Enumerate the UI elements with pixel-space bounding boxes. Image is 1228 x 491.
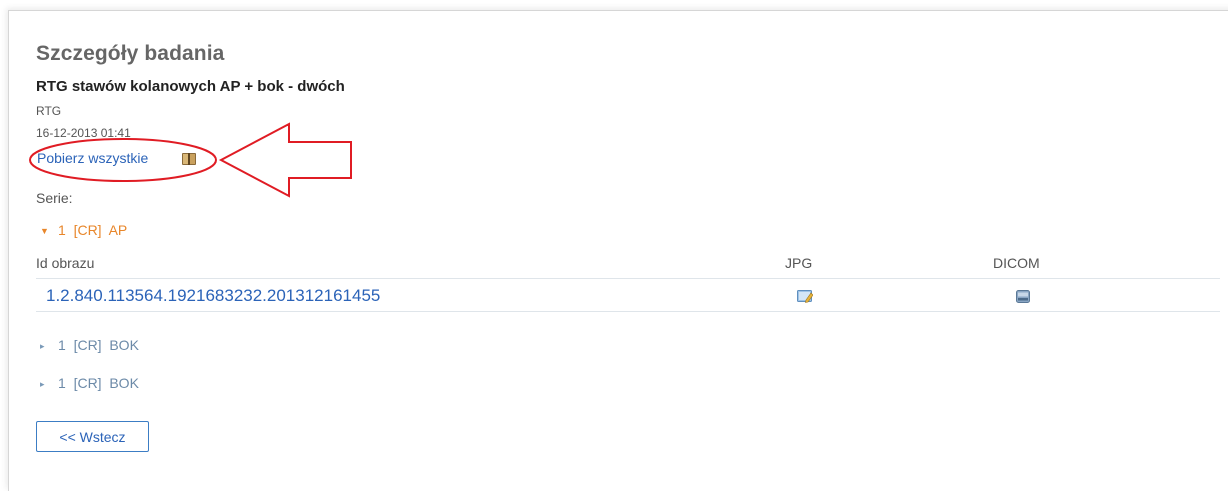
series-item-ap[interactable]: ▼ 1 [CR] AP <box>40 222 127 238</box>
series-item-bok-2[interactable]: ▸ 1 [CR] BOK <box>40 375 139 391</box>
caret-right-icon: ▸ <box>40 340 45 351</box>
image-edit-icon[interactable] <box>797 289 814 308</box>
exam-date: 16-12-2013 01:41 <box>36 126 131 140</box>
series-item-bok-1[interactable]: ▸ 1 [CR] BOK <box>40 337 139 353</box>
series-item-label: 1 [CR] AP <box>58 222 128 238</box>
table-divider <box>36 311 1220 312</box>
table-divider <box>36 278 1220 279</box>
exam-name: RTG stawów kolanowych AP + bok - dwóch <box>36 78 345 95</box>
exam-modality: RTG <box>36 104 62 118</box>
book-icon[interactable] <box>181 152 197 166</box>
series-item-label: 1 [CR] BOK <box>58 337 139 353</box>
back-button[interactable]: << Wstecz <box>36 421 149 452</box>
series-label: Serie: <box>36 190 73 206</box>
image-id-link[interactable]: 1.2.840.113564.1921683232.201312161455 <box>46 286 432 306</box>
caret-down-icon: ▼ <box>40 226 49 237</box>
download-all-link[interactable]: Pobierz wszystkie <box>37 150 148 166</box>
page-title: Szczegóły badania <box>36 42 225 65</box>
dicom-file-icon[interactable] <box>1016 290 1030 308</box>
caret-right-icon: ▸ <box>40 378 45 389</box>
column-header-jpg: JPG <box>785 255 813 271</box>
column-header-dicom: DICOM <box>993 255 1040 271</box>
series-item-label: 1 [CR] BOK <box>58 375 139 391</box>
column-header-image-id: Id obrazu <box>36 255 95 271</box>
